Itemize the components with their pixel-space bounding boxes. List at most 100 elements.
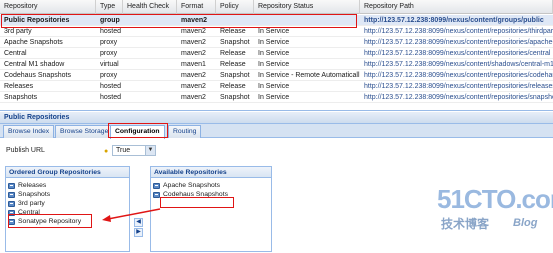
tab-browse-storage[interactable]: Browse Storage bbox=[55, 125, 114, 138]
list-item[interactable]: Apache Snapshots bbox=[151, 181, 271, 190]
cell-status: In Service bbox=[258, 94, 290, 101]
cell-status: In Service bbox=[258, 28, 290, 35]
col-policy[interactable]: Policy bbox=[216, 0, 254, 14]
table-row[interactable]: Public Repositories group maven2 http://123… bbox=[0, 15, 553, 26]
list-item[interactable]: Releases bbox=[6, 181, 129, 190]
cell-path[interactable]: http://123.57.12.238:8099/nexus/content/… bbox=[360, 92, 553, 103]
move-left-button[interactable]: ◀ bbox=[134, 218, 143, 227]
publish-url-select[interactable]: True ▼ bbox=[112, 145, 156, 156]
cell-health-check bbox=[123, 37, 177, 48]
tab-routing[interactable]: Routing bbox=[168, 125, 202, 138]
cell-format: maven2 bbox=[181, 83, 206, 90]
cell-health-check bbox=[123, 15, 177, 26]
cell-health-check bbox=[123, 48, 177, 59]
cell-repository: Central bbox=[4, 50, 27, 57]
cell-type: proxy bbox=[100, 50, 118, 57]
cell-repository: Public Repositories bbox=[4, 17, 70, 24]
cell-status bbox=[254, 15, 360, 26]
cell-health-check bbox=[123, 26, 177, 37]
repository-icon bbox=[8, 183, 15, 189]
cell-policy: Release bbox=[220, 83, 246, 90]
cell-format: maven2 bbox=[181, 17, 208, 24]
move-buttons: ◀ ▶ bbox=[134, 218, 143, 238]
ordered-group-repositories: Ordered Group Repositories Releases Snaps… bbox=[5, 166, 130, 252]
list-item-label: Apache Snapshots bbox=[163, 182, 221, 189]
cell-format: maven2 bbox=[181, 28, 206, 35]
table-row[interactable]: Releases hosted maven2 Release In Service htt… bbox=[0, 81, 553, 92]
cell-type: hosted bbox=[100, 83, 122, 90]
repository-icon bbox=[8, 201, 15, 207]
cell-type: hosted bbox=[100, 94, 122, 101]
col-repository[interactable]: Repository bbox=[0, 0, 96, 14]
tab-bar: Browse Index Browse Storage Configuratio… bbox=[0, 124, 553, 139]
available-repositories: Available Repositories Apache Snapshots C… bbox=[150, 166, 272, 252]
cell-health-check bbox=[123, 70, 177, 81]
cell-path[interactable]: http://123.57.12.238:8099/nexus/content/… bbox=[360, 81, 553, 92]
col-type[interactable]: Type bbox=[96, 0, 123, 14]
table-row[interactable]: Apache Snapshots proxy maven2 Snapshot In Se… bbox=[0, 37, 553, 48]
cell-health-check bbox=[123, 81, 177, 92]
col-repository-path[interactable]: Repository Path bbox=[360, 0, 553, 14]
cell-format: maven2 bbox=[181, 39, 206, 46]
cell-policy: Release bbox=[220, 28, 246, 35]
cell-health-check bbox=[123, 92, 177, 103]
publish-url-value: True bbox=[116, 147, 131, 154]
list-item-label: Snapshots bbox=[18, 191, 51, 198]
repository-icon bbox=[8, 219, 15, 225]
repository-grid: Repository Type Health Check Format Poli… bbox=[0, 0, 553, 111]
cell-policy bbox=[216, 15, 254, 26]
cell-type: proxy bbox=[100, 39, 118, 46]
cell-repository: Central M1 shadow bbox=[4, 61, 65, 68]
cell-policy: Release bbox=[220, 50, 246, 57]
table-row[interactable]: Snapshots hosted maven2 Snapshot In Service h… bbox=[0, 92, 553, 103]
list-item-label: Sonatype Repository bbox=[18, 218, 82, 225]
repository-icon bbox=[153, 192, 160, 198]
cell-path[interactable]: http://123.57.12.238:8099/nexus/content/… bbox=[360, 59, 553, 70]
col-format[interactable]: Format bbox=[177, 0, 216, 14]
col-health-check[interactable]: Health Check bbox=[123, 0, 177, 14]
list-item[interactable]: 3rd party bbox=[6, 199, 129, 208]
cell-format: maven2 bbox=[181, 94, 206, 101]
list-item-label: 3rd party bbox=[18, 200, 45, 207]
cell-repository: Snapshots bbox=[4, 94, 38, 101]
cell-status: In Service bbox=[258, 61, 290, 68]
cell-path[interactable]: http://123.57.12.238:8099/nexus/content/… bbox=[360, 15, 553, 26]
list-item[interactable]: Snapshots bbox=[6, 190, 129, 199]
repository-icon bbox=[8, 192, 15, 198]
repository-icon bbox=[8, 210, 15, 216]
cell-type: virtual bbox=[100, 61, 119, 68]
tab-configuration[interactable]: Configuration bbox=[110, 125, 165, 139]
cell-path[interactable]: http://123.57.12.238:8099/nexus/content/… bbox=[360, 26, 553, 37]
repository-icon bbox=[153, 183, 160, 189]
configuration-form: Publish URL ● True ▼ Ordered Group Repos… bbox=[0, 139, 553, 253]
list-item[interactable]: Central bbox=[6, 208, 129, 217]
cell-policy: Snapshot bbox=[220, 39, 250, 46]
chevron-down-icon[interactable]: ▼ bbox=[145, 146, 155, 155]
table-row[interactable]: 3rd party hosted maven2 Release In Service ht… bbox=[0, 26, 553, 37]
cell-policy: Snapshot bbox=[220, 72, 250, 79]
move-right-button[interactable]: ▶ bbox=[134, 228, 143, 237]
col-repository-status[interactable]: Repository Status bbox=[254, 0, 360, 14]
ordered-group-title: Ordered Group Repositories bbox=[6, 167, 129, 178]
cell-policy: Release bbox=[220, 61, 246, 68]
cell-path[interactable]: http://123.57.12.238:8099/nexus/content/… bbox=[360, 48, 553, 59]
cell-path[interactable]: http://123.57.12.238:8099/nexus/content/… bbox=[360, 37, 553, 48]
panel-title: Public Repositories bbox=[0, 112, 553, 124]
cell-policy: Snapshot bbox=[220, 94, 250, 101]
cell-repository: 3rd party bbox=[4, 28, 32, 35]
tab-browse-index[interactable]: Browse Index bbox=[3, 125, 55, 138]
available-title: Available Repositories bbox=[151, 167, 271, 178]
list-item[interactable]: Sonatype Repository bbox=[6, 217, 129, 226]
list-item-label: Releases bbox=[18, 182, 47, 189]
help-icon: ● bbox=[104, 148, 109, 155]
cell-type: hosted bbox=[100, 28, 122, 35]
cell-repository: Codehaus Snapshots bbox=[4, 72, 71, 79]
cell-path[interactable]: http://123.57.12.238:8099/nexus/content/… bbox=[360, 70, 553, 81]
cell-format: maven2 bbox=[181, 72, 206, 79]
table-row[interactable]: Codehaus Snapshots proxy maven2 Snapshot In … bbox=[0, 70, 553, 81]
cell-repository: Apache Snapshots bbox=[4, 39, 63, 46]
table-row[interactable]: Central proxy maven2 Release In Service http:… bbox=[0, 48, 553, 59]
table-row[interactable]: Central M1 shadow virtual maven1 Release In … bbox=[0, 59, 553, 70]
publish-url-label: Publish URL bbox=[6, 147, 45, 154]
list-item[interactable]: Codehaus Snapshots bbox=[151, 190, 271, 199]
